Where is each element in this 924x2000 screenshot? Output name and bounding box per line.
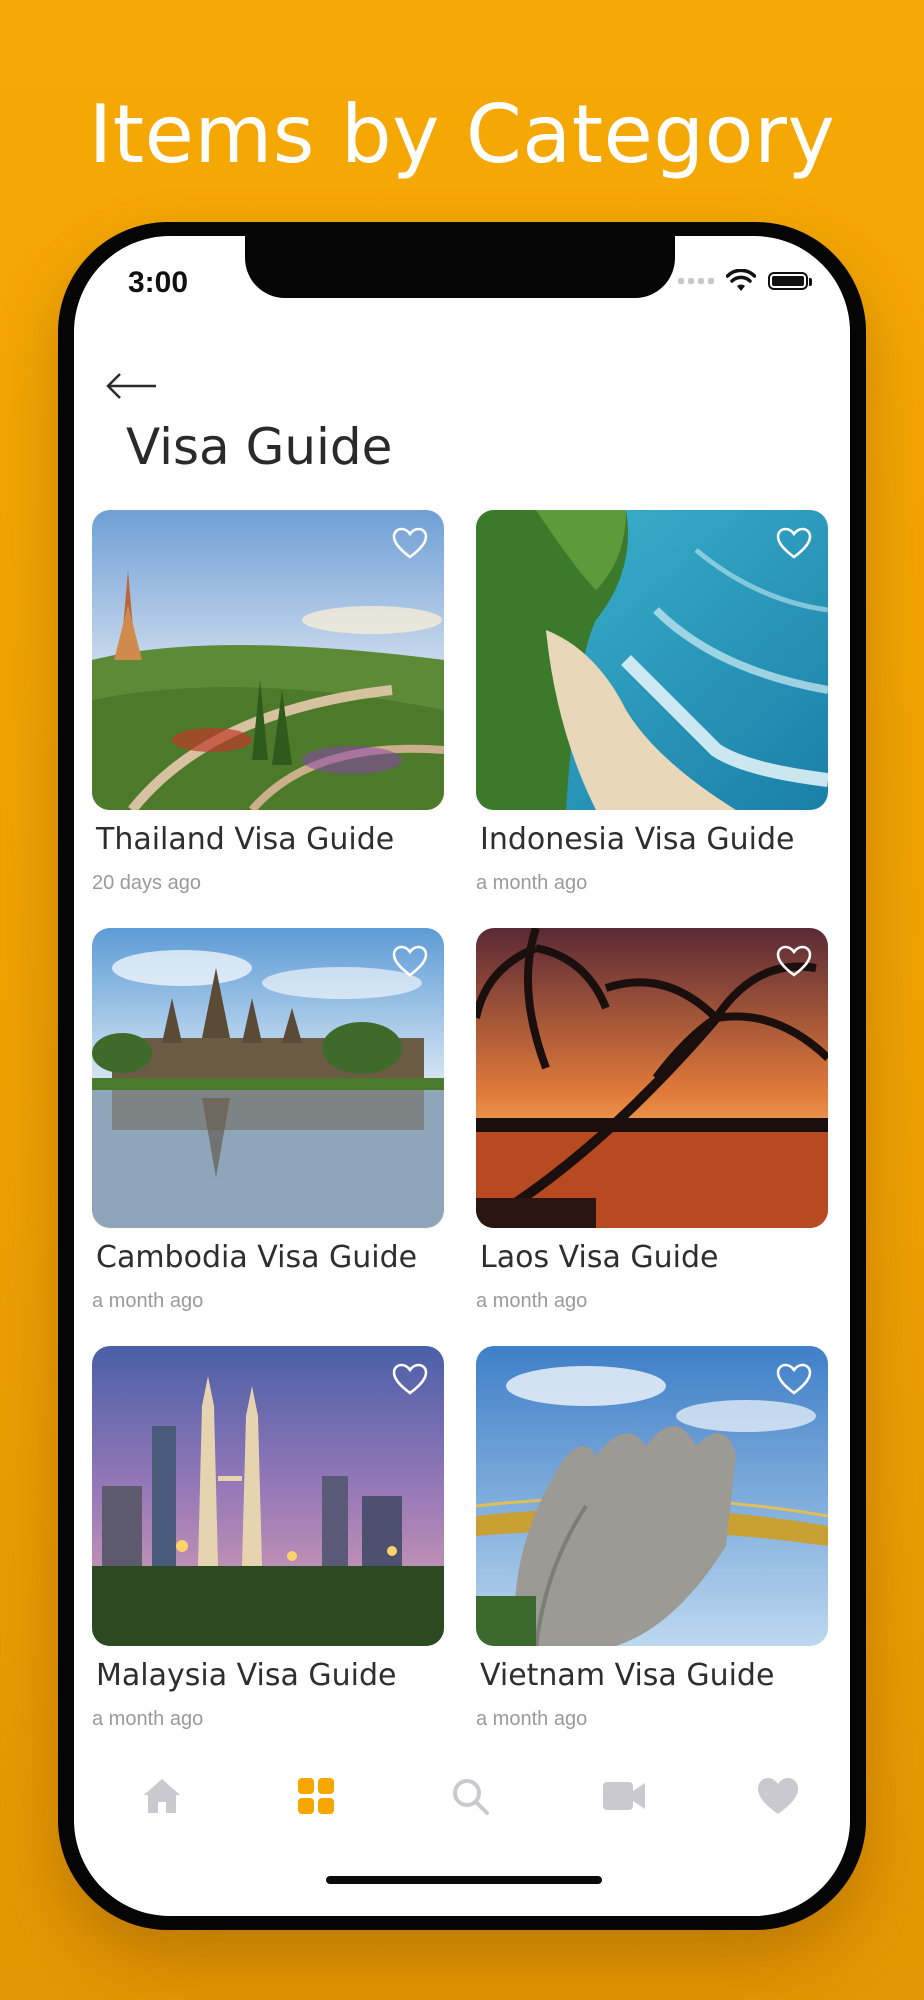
page-title: Visa Guide xyxy=(126,418,393,476)
tab-categories[interactable] xyxy=(276,1766,356,1826)
favorite-heart-icon[interactable] xyxy=(392,944,428,978)
signal-icon xyxy=(678,278,714,284)
card-title[interactable]: Thailand Visa Guide xyxy=(96,822,394,857)
card-timestamp: a month ago xyxy=(476,1290,588,1312)
bottom-tab-bar xyxy=(74,1766,850,1846)
card-timestamp: a month ago xyxy=(92,1290,204,1312)
video-icon xyxy=(603,1782,645,1810)
tab-videos[interactable] xyxy=(584,1766,664,1826)
favorite-heart-icon[interactable] xyxy=(776,526,812,560)
card-title[interactable]: Laos Visa Guide xyxy=(480,1240,718,1275)
favorite-heart-icon[interactable] xyxy=(392,1362,428,1396)
tab-favorites[interactable] xyxy=(738,1766,818,1826)
card-timestamp: 20 days ago xyxy=(92,872,201,894)
back-arrow-icon[interactable] xyxy=(106,366,158,406)
card-timestamp: a month ago xyxy=(476,1708,588,1730)
guide-card[interactable]: Cambodia Visa Guide a month ago xyxy=(92,928,444,1328)
guide-card[interactable]: Thailand Visa Guide 20 days ago xyxy=(92,510,444,910)
tab-search[interactable] xyxy=(430,1766,510,1826)
promo-headline: Items by Category xyxy=(88,88,836,181)
grid-icon xyxy=(298,1778,334,1814)
guide-card[interactable]: Malaysia Visa Guide a month ago xyxy=(92,1346,444,1746)
guide-card[interactable]: Laos Visa Guide a month ago xyxy=(476,928,828,1328)
home-icon xyxy=(144,1779,180,1813)
card-timestamp: a month ago xyxy=(476,872,588,894)
guide-card[interactable]: Vietnam Visa Guide a month ago xyxy=(476,1346,828,1746)
app-screen: 3:00 Visa Guide Thailand Visa Guide 20 d… xyxy=(74,236,850,1916)
card-title[interactable]: Indonesia Visa Guide xyxy=(480,822,794,857)
status-icons xyxy=(678,266,812,296)
favorite-heart-icon[interactable] xyxy=(392,526,428,560)
guide-card[interactable]: Indonesia Visa Guide a month ago xyxy=(476,510,828,910)
card-title[interactable]: Cambodia Visa Guide xyxy=(96,1240,417,1275)
card-image[interactable] xyxy=(476,510,828,810)
card-image[interactable] xyxy=(92,1346,444,1646)
card-image[interactable] xyxy=(92,928,444,1228)
card-image[interactable] xyxy=(92,510,444,810)
notch xyxy=(245,236,675,298)
battery-icon xyxy=(768,272,812,290)
heart-icon xyxy=(758,1778,798,1814)
card-image[interactable] xyxy=(476,1346,828,1646)
status-time: 3:00 xyxy=(128,266,189,299)
favorite-heart-icon[interactable] xyxy=(776,1362,812,1396)
phone-frame: 3:00 Visa Guide Thailand Visa Guide 20 d… xyxy=(58,222,866,1930)
wifi-icon xyxy=(726,269,756,291)
card-title[interactable]: Malaysia Visa Guide xyxy=(96,1658,396,1693)
tab-home[interactable] xyxy=(122,1766,202,1826)
favorite-heart-icon[interactable] xyxy=(776,944,812,978)
card-timestamp: a month ago xyxy=(92,1708,204,1730)
home-indicator xyxy=(326,1876,602,1884)
search-icon xyxy=(453,1779,489,1815)
card-title[interactable]: Vietnam Visa Guide xyxy=(480,1658,774,1693)
card-image[interactable] xyxy=(476,928,828,1228)
